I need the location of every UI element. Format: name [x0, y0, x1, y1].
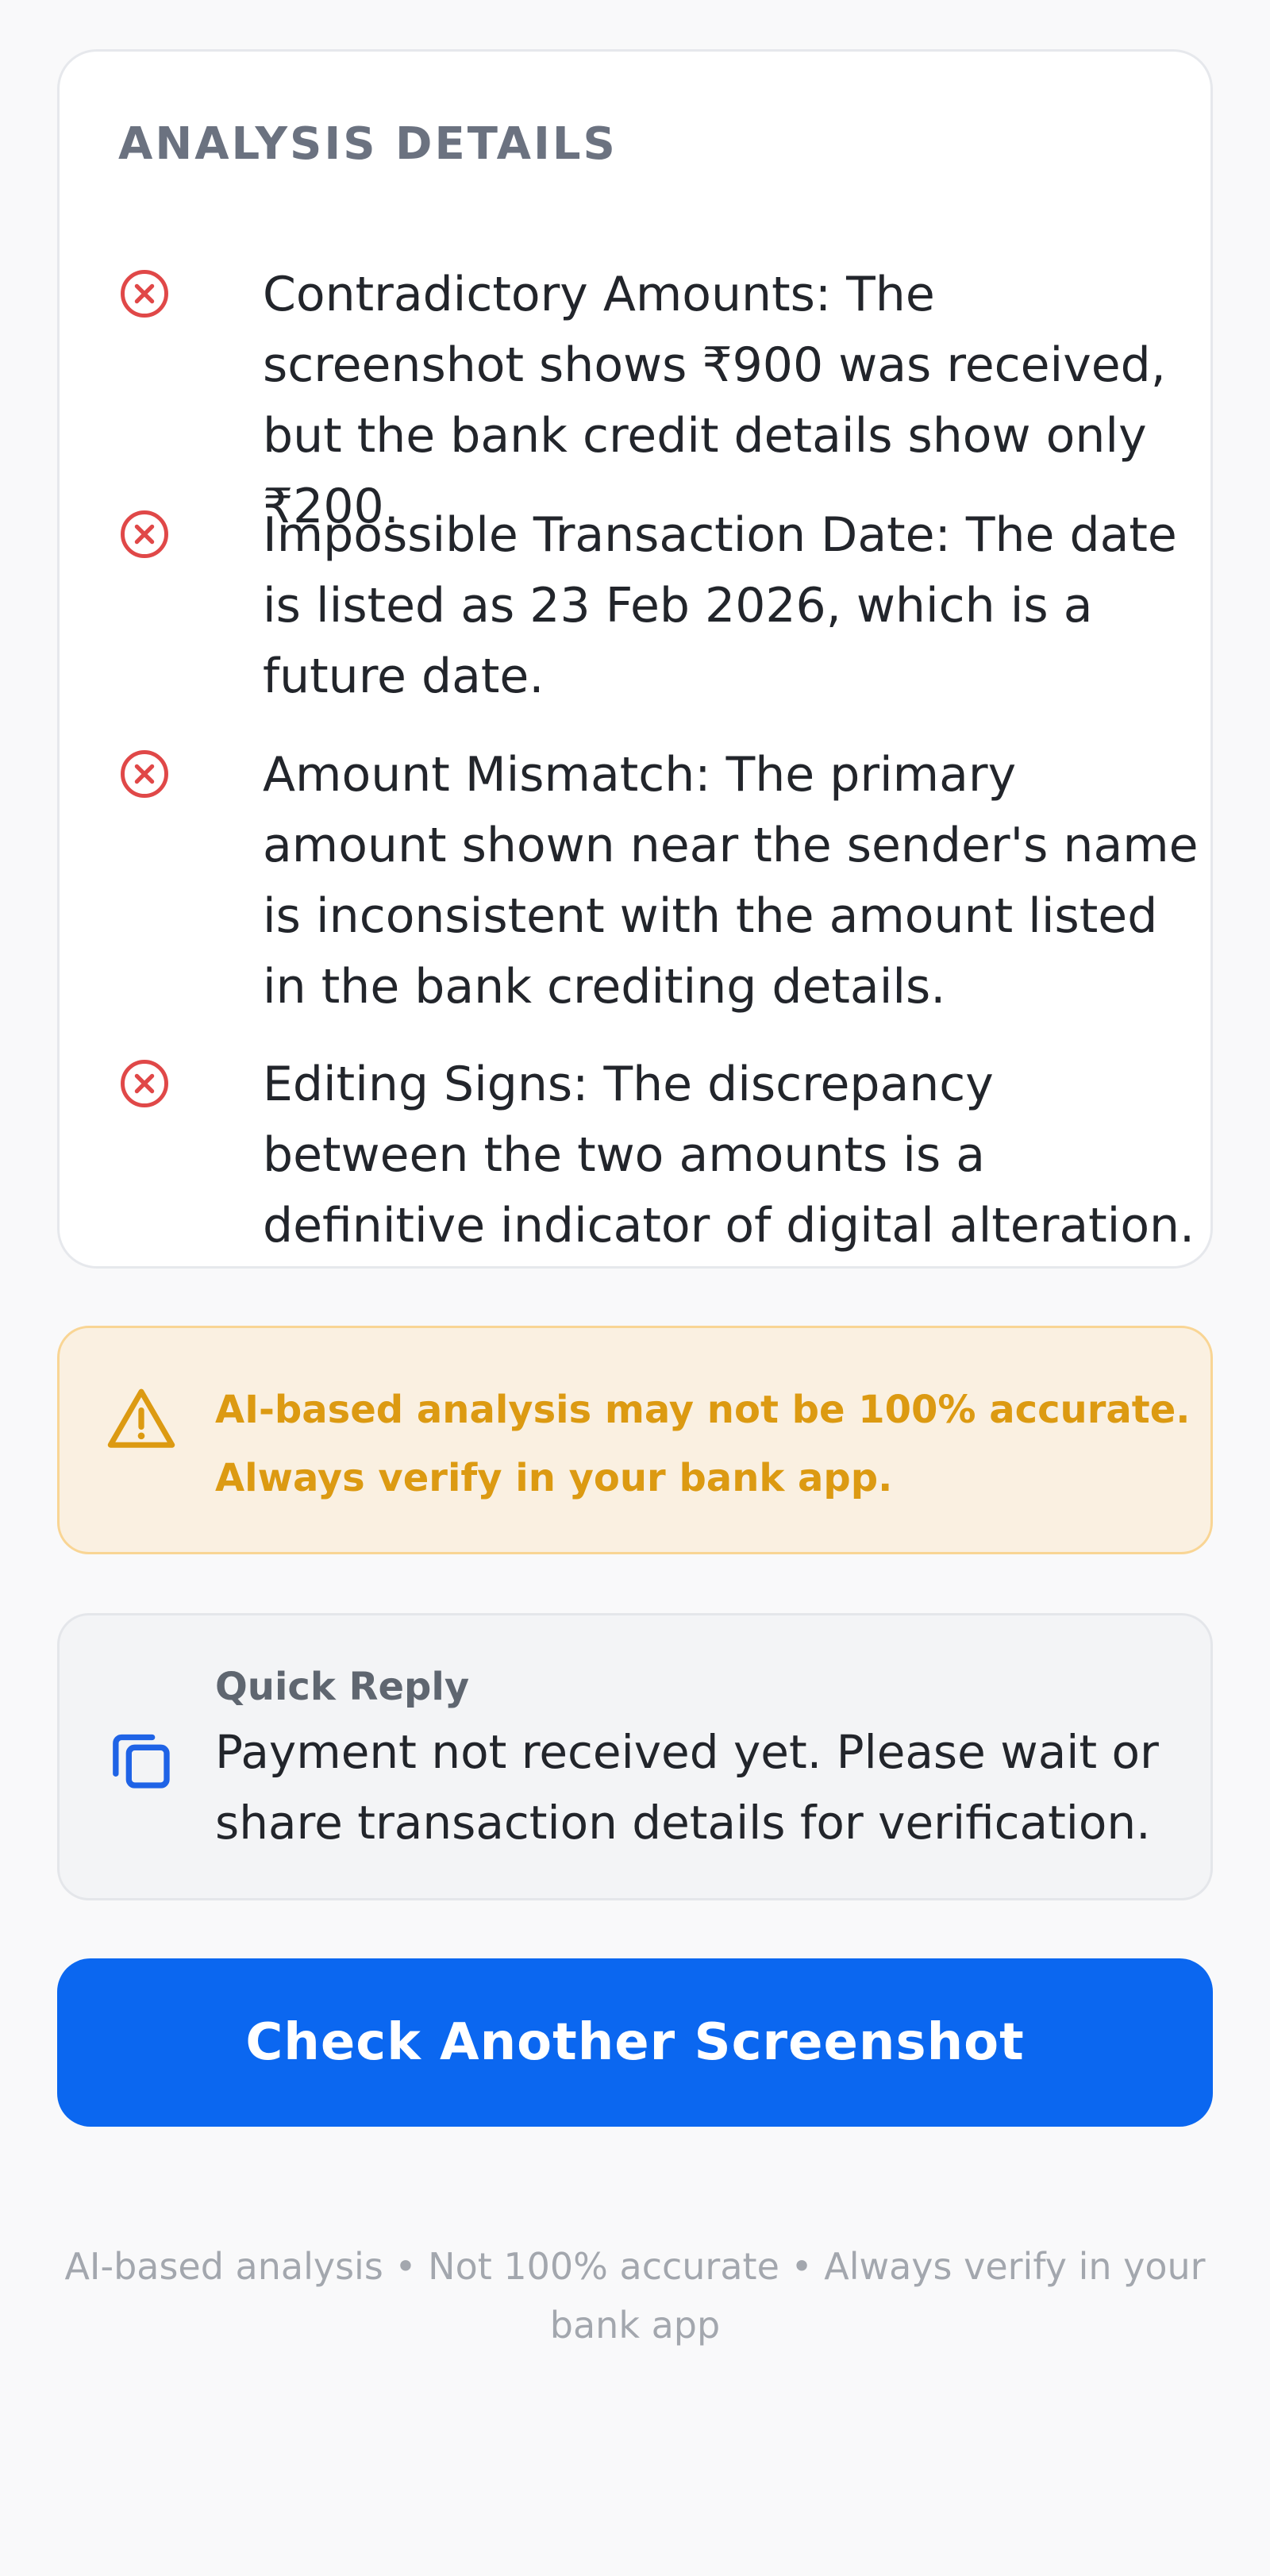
x-circle-icon — [121, 270, 168, 318]
finding-item: Amount Mismatch: The primary amount show… — [118, 740, 1199, 1026]
check-another-screenshot-button[interactable]: Check Another Screenshot — [57, 1958, 1213, 2127]
quick-reply-card[interactable]: Quick Reply Payment not received yet. Pl… — [57, 1613, 1213, 1900]
accuracy-warning-banner: AI-based analysis may not be 100% accura… — [57, 1326, 1213, 1554]
finding-item: Contradictory Amounts: The screenshot sh… — [118, 260, 1182, 534]
quick-reply-message[interactable]: Payment not received yet. Please wait or… — [215, 1717, 1199, 1858]
analysis-details-heading: ANALYSIS DETAILS — [118, 118, 618, 170]
warning-text: AI-based analysis may not be 100% accura… — [215, 1388, 1191, 1500]
analysis-details-card: ANALYSIS DETAILS Contradictory Amounts: … — [57, 49, 1213, 1269]
finding-item: Impossible Transaction Date: The date is… — [118, 500, 1182, 714]
warning-triangle-icon — [107, 1388, 175, 1448]
finding-text: Impossible Transaction Date: The date is… — [263, 507, 1177, 704]
finding-text: Amount Mismatch: The primary amount show… — [263, 747, 1199, 1015]
x-circle-icon — [121, 1060, 168, 1107]
analysis-result-page: ANALYSIS DETAILS Contradictory Amounts: … — [0, 0, 1270, 2576]
footer-disclaimer: AI-based analysis • Not 100% accurate • … — [64, 2245, 1206, 2347]
finding-text: Editing Signs: The discrepancy between t… — [263, 1057, 1195, 1253]
x-circle-icon — [121, 750, 168, 798]
quick-reply-label: Quick Reply — [215, 1665, 470, 1709]
x-circle-icon — [121, 510, 168, 558]
copy-icon[interactable] — [106, 1724, 175, 1794]
finding-item: Editing Signs: The discrepancy between t… — [118, 1049, 1195, 1264]
